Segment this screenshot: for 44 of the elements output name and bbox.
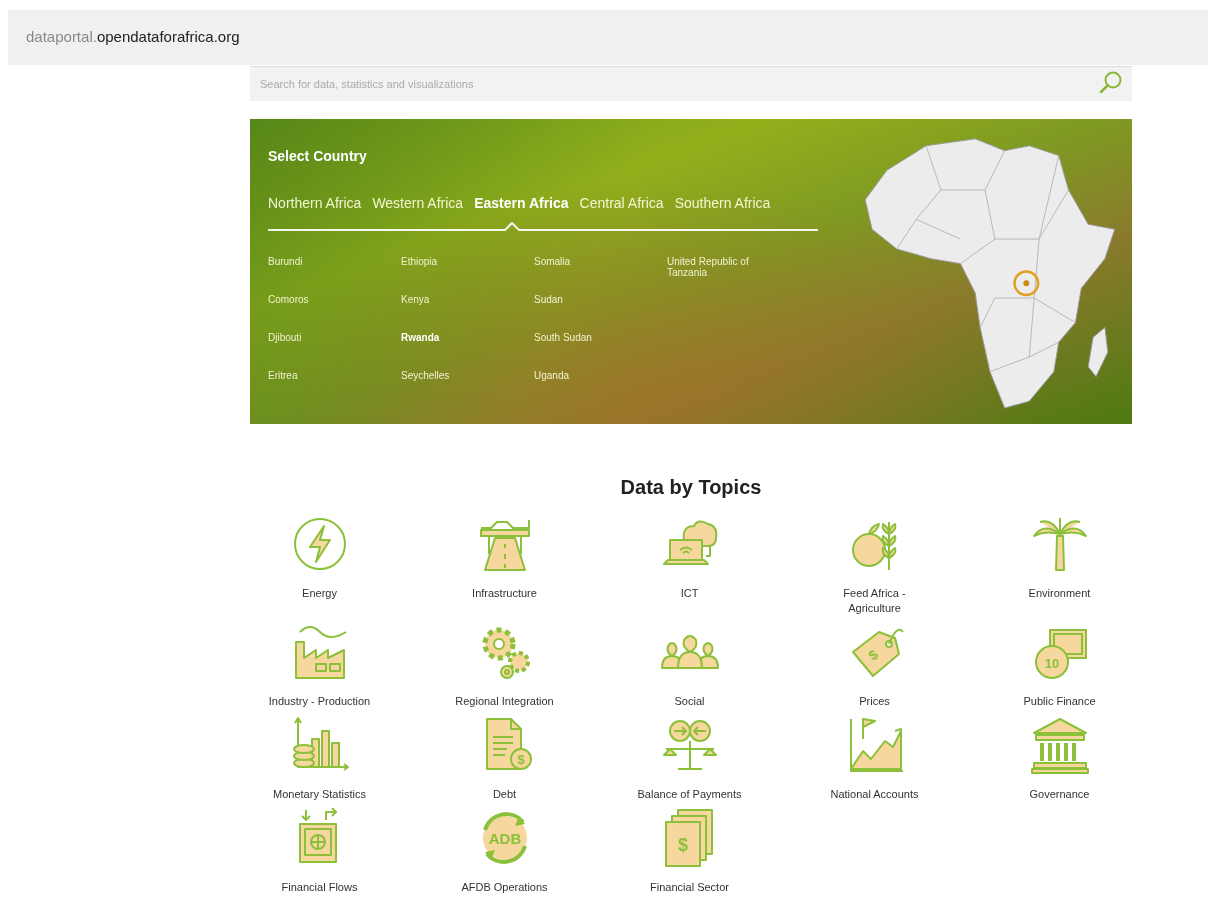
topic-link[interactable]: Social <box>637 694 742 709</box>
country-link[interactable]: Comoros <box>268 294 368 305</box>
country-link[interactable]: Seychelles <box>401 370 501 381</box>
section-heading: Data by Topics <box>620 475 762 500</box>
topic-link[interactable]: Regional Integration <box>452 694 557 709</box>
search-field[interactable]: Search for data, statistics and visualizations <box>250 66 1132 101</box>
country-link[interactable]: Rwanda <box>401 332 501 343</box>
country-link[interactable]: Kenya <box>401 294 501 305</box>
address-bar[interactable]: dataportal.opendataforafrica.org <box>8 10 1208 65</box>
region-tab[interactable]: Eastern Africa <box>474 193 569 214</box>
country-link[interactable]: Djibouti <box>268 332 368 343</box>
topic-link[interactable]: Financial Sector <box>637 880 742 895</box>
topic-link[interactable]: Debt <box>452 787 557 802</box>
topic-link[interactable]: Energy <box>267 586 372 601</box>
country-link[interactable]: United Republic of Tanzania <box>667 256 767 278</box>
topic-link[interactable]: Balance of Payments <box>637 787 742 802</box>
topic-link[interactable]: Industry - Production <box>267 694 372 709</box>
topic-link[interactable]: Public Finance <box>1007 694 1112 709</box>
region-tab[interactable]: Northern Africa <box>268 193 362 214</box>
topic-link[interactable]: ICT <box>637 586 742 601</box>
country-link[interactable]: Eritrea <box>268 370 368 381</box>
address-domain: opendataforafrica.org <box>96 27 240 48</box>
region-tab[interactable]: Central Africa <box>579 193 664 214</box>
topic-link[interactable]: Feed Africa - Agriculture <box>822 586 927 616</box>
topic-link[interactable]: National Accounts <box>822 787 927 802</box>
country-link[interactable]: Uganda <box>534 370 634 381</box>
select-country-title: Select Country <box>268 147 367 166</box>
country-link[interactable]: Sudan <box>534 294 634 305</box>
topic-link[interactable]: Governance <box>1007 787 1112 802</box>
topic-link[interactable]: Financial Flows <box>267 880 372 895</box>
address-subdomain: dataportal. <box>26 27 97 48</box>
country-link[interactable]: Burundi <box>268 256 368 267</box>
topic-link[interactable]: AFDB Operations <box>452 880 557 895</box>
region-tab[interactable]: Western Africa <box>372 193 464 214</box>
topic-link[interactable]: Prices <box>822 694 927 709</box>
topic-link[interactable]: Monetary Statistics <box>267 787 372 802</box>
topic-link[interactable]: Environment <box>1007 586 1112 601</box>
search-icon[interactable] <box>1098 70 1124 96</box>
topic-link[interactable]: Infrastructure <box>452 586 557 601</box>
country-link[interactable]: Ethiopia <box>401 256 501 267</box>
country-link[interactable]: Somalia <box>534 256 634 267</box>
region-tab[interactable]: Southern Africa <box>674 193 771 214</box>
country-link[interactable]: South Sudan <box>534 332 634 343</box>
bank-building-icon[interactable] <box>1029 715 1090 775</box>
